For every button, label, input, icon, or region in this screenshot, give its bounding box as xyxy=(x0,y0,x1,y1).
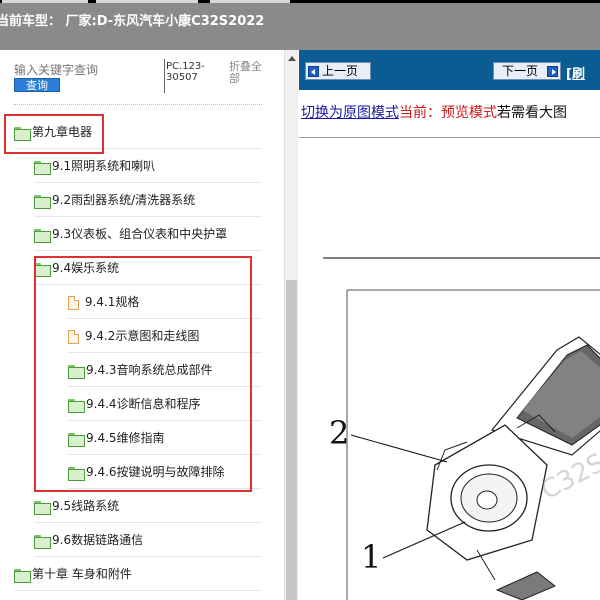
tree-item-label: 9.2雨刮器系统/清洗器系统 xyxy=(52,193,196,207)
folder-icon xyxy=(34,534,51,549)
refresh-label: [刷 xyxy=(566,67,585,82)
refresh-link[interactable]: [刷 xyxy=(566,63,585,82)
prev-page-button[interactable]: 上一页 xyxy=(305,62,371,80)
hint-text: 若需看大图 xyxy=(497,105,567,121)
tree-item-9-5[interactable]: 9.5线路系统 xyxy=(34,489,262,523)
prev-page-label: 上一页 xyxy=(322,64,359,78)
page-divider xyxy=(299,137,600,138)
title-bar: 当前车型： 厂家:D-东风汽车小康C32S2022 xyxy=(0,0,600,50)
switch-original-mode-link[interactable]: 切换为原图模式 xyxy=(301,105,399,121)
highlight-box-chapter9 xyxy=(4,114,104,154)
page-navbar: 上一页 下一页 [刷 xyxy=(299,50,600,90)
tree-divider xyxy=(14,104,262,105)
current-vehicle-title: 当前车型： 厂家:D-东风汽车小康C32S2022 xyxy=(0,14,265,29)
search-input[interactable] xyxy=(14,63,154,77)
highlight-box-9-4 xyxy=(34,256,252,492)
folder-icon xyxy=(34,194,51,209)
next-page-button[interactable]: 下一页 xyxy=(493,62,561,80)
current-mode-text: 当前：预览模式 xyxy=(399,105,497,121)
watermark: C32S xyxy=(536,448,600,506)
sidebar-scrollbar[interactable] xyxy=(284,50,298,600)
tree-item-label: 9.5线路系统 xyxy=(52,499,120,513)
tree-item-9-3[interactable]: 9.3仪表板、组合仪表和中央护罩 xyxy=(34,217,262,251)
tree-item-label: 9.3仪表板、组合仪表和中央护罩 xyxy=(52,227,228,241)
search-button[interactable]: 查询 xyxy=(14,78,60,92)
tree-item-9-6[interactable]: 9.6数据链路通信 xyxy=(34,523,262,557)
mode-line: 切换为原图模式当前：预览模式若需看大图 xyxy=(301,102,567,122)
callout-1: 1 xyxy=(361,538,381,576)
folder-open-icon xyxy=(14,568,31,583)
divider xyxy=(164,59,165,93)
component-diagram: 2 1 C32S xyxy=(323,257,600,600)
tree-item-label: 9.6数据链路通信 xyxy=(52,533,144,547)
folder-icon xyxy=(34,500,51,515)
callout-2: 2 xyxy=(329,414,349,452)
window-strip xyxy=(0,0,600,3)
collapse-all-link[interactable]: 折叠全部 xyxy=(229,61,269,85)
tree-item-9-1[interactable]: 9.1照明系统和喇叭 xyxy=(34,149,262,183)
next-page-label: 下一页 xyxy=(502,64,539,78)
folder-icon xyxy=(34,228,51,243)
tree-item-chapter10[interactable]: 第十章 车身和附件 xyxy=(14,557,262,591)
folder-icon xyxy=(34,160,51,175)
tree-item-9-2[interactable]: 9.2雨刮器系统/清洗器系统 xyxy=(34,183,262,217)
scroll-up-arrow-icon[interactable] xyxy=(288,56,296,61)
tree-item-label: 9.1照明系统和喇叭 xyxy=(52,159,156,173)
tree-item-label: 第十章 车身和附件 xyxy=(32,567,132,581)
arrow-left-icon xyxy=(308,66,319,77)
callout-2-leader xyxy=(350,434,448,463)
sidebar: 查询 PC.123-30507 折叠全部 第九章电器 9.1照明系统和喇叭 9.… xyxy=(0,50,284,600)
content-pane: 上一页 下一页 [刷 切换为原图模式当前：预览模式若需看大图 2 1 C32S xyxy=(299,50,600,600)
scrollbar-thumb[interactable] xyxy=(286,280,297,600)
pc-code: PC.123-30507 xyxy=(166,61,205,83)
arrow-right-icon xyxy=(547,66,558,77)
